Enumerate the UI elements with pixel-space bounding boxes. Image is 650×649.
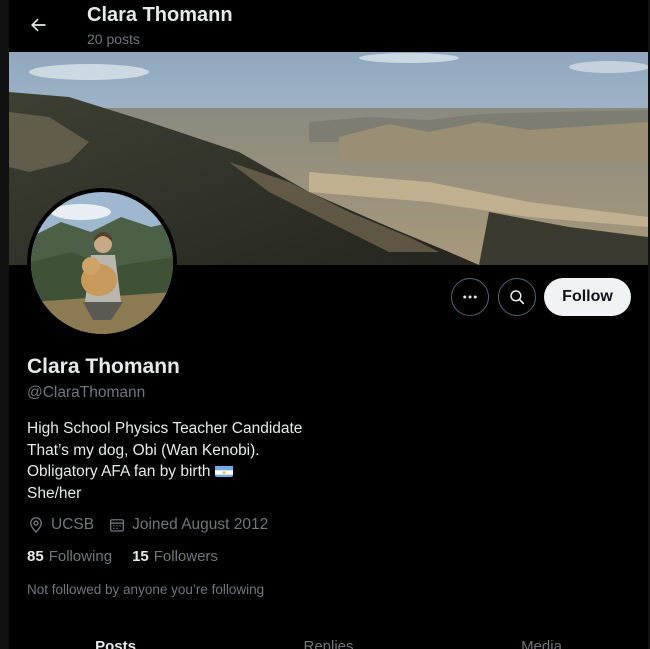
profile-location: UCSB xyxy=(27,516,94,534)
tab-replies[interactable]: Replies xyxy=(222,632,435,649)
following-link[interactable]: 85 Following xyxy=(27,548,112,565)
avatar[interactable] xyxy=(27,188,177,338)
header-post-count: 20 posts xyxy=(87,31,140,47)
joined-text: Joined August 2012 xyxy=(132,516,269,533)
follow-button[interactable]: Follow xyxy=(544,278,631,316)
followers-link[interactable]: 15 Followers xyxy=(132,548,218,565)
follow-counts: 85 Following 15 Followers xyxy=(27,548,238,565)
arrow-left-icon xyxy=(31,18,46,32)
bio-line-with-flag: Obligatory AFA fan by birth xyxy=(27,461,302,483)
bio-line: Obligatory AFA fan by birth xyxy=(27,463,211,480)
tab-posts[interactable]: Posts xyxy=(9,632,222,649)
calendar-icon xyxy=(110,519,125,532)
profile-handle: @ClaraThomann xyxy=(27,384,146,401)
bio-line: That’s my dog, Obi (Wan Kenobi). xyxy=(27,441,260,459)
more-icon xyxy=(463,295,477,299)
profile-bio: High School Physics Teacher Candidate Th… xyxy=(27,418,302,504)
bio-line: High School Physics Teacher Candidate xyxy=(27,420,303,437)
following-count: 85 xyxy=(27,548,44,565)
profile-name: Clara Thomann xyxy=(27,355,180,378)
location-pin-icon xyxy=(30,517,42,534)
header-title: Clara Thomann xyxy=(87,4,233,26)
search-icon xyxy=(510,290,525,305)
not-followed-note: Not followed by anyone you’re following xyxy=(27,582,265,597)
bio-line: She/her xyxy=(27,484,82,502)
profile-page: Clara Thomann 20 posts Follow Clara Thom… xyxy=(9,0,648,649)
argentina-flag-icon xyxy=(214,464,233,477)
more-options-button[interactable] xyxy=(451,278,489,316)
left-gutter xyxy=(0,0,9,649)
profile-meta: UCSB Joined August 2012 xyxy=(27,515,282,535)
search-posts-button[interactable] xyxy=(498,278,536,316)
location-text: UCSB xyxy=(51,516,95,533)
profile-header-bar: Clara Thomann 20 posts xyxy=(9,0,648,52)
followers-count: 15 xyxy=(132,548,149,565)
tab-media[interactable]: Media xyxy=(435,632,648,649)
back-button[interactable] xyxy=(23,10,53,40)
avatar-photo xyxy=(31,192,173,334)
following-label: Following xyxy=(48,548,113,565)
profile-joined: Joined August 2012 xyxy=(108,516,268,534)
followers-label: Followers xyxy=(153,548,218,565)
profile-tabs: Posts Replies Media xyxy=(9,632,648,649)
